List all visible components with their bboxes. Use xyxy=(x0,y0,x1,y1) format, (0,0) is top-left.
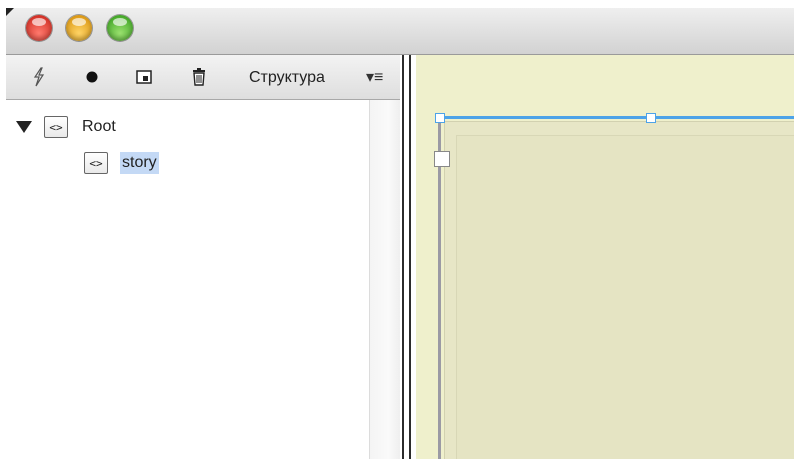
structure-tree: <> Root <> story xyxy=(6,100,369,459)
vertical-scrollbar[interactable] xyxy=(369,100,401,459)
layout-canvas[interactable] xyxy=(416,55,794,459)
tree-item-label: Root xyxy=(82,118,116,135)
disclosure-triangle-icon[interactable] xyxy=(16,121,32,133)
tree-item-root[interactable]: <> Root xyxy=(16,116,118,138)
trash-icon[interactable] xyxy=(186,64,212,90)
element-tag-icon: <> xyxy=(84,152,108,174)
bullet-icon[interactable] xyxy=(79,64,105,90)
tree-item-label: story xyxy=(120,152,159,174)
lightning-icon[interactable] xyxy=(26,64,52,90)
frame-left-edge xyxy=(438,117,441,459)
new-element-icon[interactable] xyxy=(131,64,157,90)
minimize-button[interactable] xyxy=(66,15,92,41)
frame-handle-top-left[interactable] xyxy=(435,113,445,123)
text-frame-inset xyxy=(456,135,794,459)
frame-handle-top-center[interactable] xyxy=(646,113,656,123)
close-button[interactable] xyxy=(26,15,52,41)
frame-top-edge xyxy=(438,116,794,119)
tree-item-story[interactable]: <> story xyxy=(84,152,159,174)
structure-panel: Структура ▾≡ <> Root <> story xyxy=(6,55,401,459)
panel-menu-button[interactable]: ▾≡ xyxy=(366,67,383,87)
split-divider[interactable] xyxy=(400,55,416,459)
panel-title: Структура xyxy=(249,69,325,86)
zoom-button[interactable] xyxy=(107,15,133,41)
element-tag-icon: <> xyxy=(44,116,68,138)
window-corner-mark xyxy=(6,8,14,16)
panel-toolbar: Структура ▾≡ xyxy=(6,55,400,100)
frame-inport-handle[interactable] xyxy=(434,151,450,167)
